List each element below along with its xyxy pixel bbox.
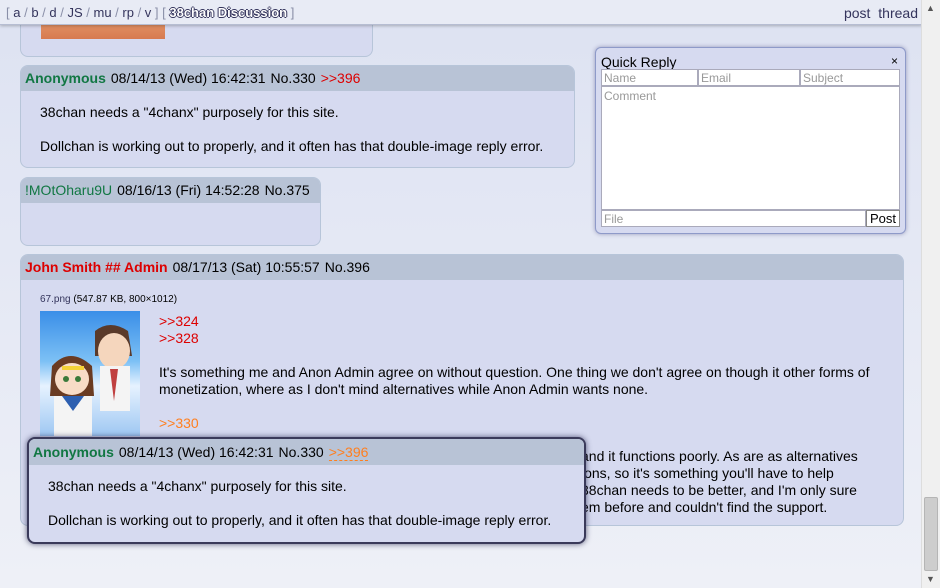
post-date: 08/17/13 (Sat) 10:55:57 xyxy=(172,259,320,275)
post-number[interactable]: No.375 xyxy=(265,182,310,198)
file-row: Post xyxy=(601,210,900,227)
poster-name: Anonymous xyxy=(25,70,106,86)
quick-reply-title[interactable]: Quick Reply xyxy=(601,54,676,70)
scroll-up-arrow-icon[interactable]: ▲ xyxy=(922,0,939,17)
anime-characters-illustration xyxy=(50,325,132,436)
post-text: It's something me and Anon Admin agree o… xyxy=(159,364,870,397)
reply-post-375: !MOtOharu9U 08/16/13 (Fri) 14:52:28 No.375 xyxy=(20,177,321,246)
backlink[interactable]: >>396 xyxy=(328,444,369,461)
current-thread-link[interactable]: 38chan Discussion xyxy=(169,5,287,20)
post-text-line: ions, so it's something you'll have to h… xyxy=(581,465,834,481)
post-button[interactable]: Post xyxy=(866,210,900,227)
file-details: (547.87 KB, 800×1012) xyxy=(73,294,178,305)
comment-textarea[interactable] xyxy=(601,86,900,210)
vertical-scrollbar[interactable]: ▲ ▼ xyxy=(921,0,940,588)
close-icon[interactable]: × xyxy=(891,54,898,68)
file-input[interactable] xyxy=(601,210,866,227)
board-link-d[interactable]: d xyxy=(49,5,56,20)
board-link-a[interactable]: a xyxy=(13,5,20,20)
post-text-line: 38chan needs a "4chanx" purposely for th… xyxy=(48,478,347,494)
reply-post-330: Anonymous 08/14/13 (Wed) 16:42:31 No.330 >>… xyxy=(20,65,575,168)
post-link[interactable]: post xyxy=(844,5,870,21)
quote-link[interactable]: >>328 xyxy=(159,330,879,347)
post-text-line: Dollchan is working out to properly, and… xyxy=(48,512,552,528)
quick-reply-fields xyxy=(601,69,900,86)
board-link-rp[interactable]: rp xyxy=(122,5,134,20)
post-number[interactable]: No.330 xyxy=(279,444,324,460)
board-link-mu[interactable]: mu xyxy=(93,5,111,20)
post-body: 38chan needs a "4chanx" purposely for th… xyxy=(29,465,584,542)
file-link[interactable]: 67.png xyxy=(40,294,71,305)
backlink[interactable]: >>396 xyxy=(321,70,361,86)
post-text-line: and it functions poorly. As are as alter… xyxy=(581,448,858,464)
quote-link[interactable]: >>324 xyxy=(159,313,879,330)
post-body: >>324 >>328 It's something me and Anon A… xyxy=(159,313,879,432)
file-info: 67.png (547.87 KB, 800×1012) xyxy=(40,294,177,305)
scroll-down-arrow-icon[interactable]: ▼ xyxy=(922,571,939,588)
post-text-line: 38chan needs a "4chanx" purposely for th… xyxy=(40,104,339,120)
poster-name-admin: John Smith ## Admin xyxy=(25,259,168,275)
post-text-partial: and it functions poorly. As are as alter… xyxy=(581,448,858,516)
post-body: 38chan needs a "4chanx" purposely for th… xyxy=(21,91,574,167)
board-link-b[interactable]: b xyxy=(31,5,38,20)
post-text-line: 38chan needs to be better, and I'm only … xyxy=(581,482,857,498)
post-image-thumbnail[interactable] xyxy=(40,311,140,436)
post-number[interactable]: No.396 xyxy=(325,259,370,275)
post-header: Anonymous 08/14/13 (Wed) 16:42:31 No.330 >>… xyxy=(21,66,574,91)
board-list: [ a / b / d / JS / mu / rp / v ] [ 38cha… xyxy=(6,5,295,20)
quote-link[interactable]: >>330 xyxy=(159,415,879,432)
email-field[interactable] xyxy=(698,69,800,86)
scrollbar-thumb[interactable] xyxy=(924,497,938,571)
quote-hover-preview: Anonymous 08/14/13 (Wed) 16:42:31 No.330 >>… xyxy=(27,437,586,544)
thread-link[interactable]: thread xyxy=(878,5,918,21)
board-link-v[interactable]: v xyxy=(145,5,152,20)
quick-reply-panel: Quick Reply × Post xyxy=(595,47,906,234)
post-number[interactable]: No.330 xyxy=(271,70,316,86)
post-date: 08/14/13 (Wed) 16:42:31 xyxy=(118,444,274,460)
poster-name: Anonymous xyxy=(33,444,114,460)
top-navigation-bar: [ a / b / d / JS / mu / rp / v ] [ 38cha… xyxy=(0,0,922,25)
poster-tripcode: !MOtOharu9U xyxy=(25,182,113,198)
name-field[interactable] xyxy=(601,69,698,86)
post-header: !MOtOharu9U 08/16/13 (Fri) 14:52:28 No.375 xyxy=(21,178,320,203)
post-text-line: Dollchan is working out to properly, and… xyxy=(40,138,544,154)
post-date: 08/14/13 (Wed) 16:42:31 xyxy=(110,70,266,86)
top-right-links: post thread xyxy=(840,5,918,21)
post-header: John Smith ## Admin 08/17/13 (Sat) 10:55:… xyxy=(21,255,903,280)
post-date: 08/16/13 (Fri) 14:52:28 xyxy=(117,182,260,198)
post-header: Anonymous 08/14/13 (Wed) 16:42:31 No.330 >>… xyxy=(29,439,584,465)
board-link-js[interactable]: JS xyxy=(67,5,82,20)
subject-field[interactable] xyxy=(800,69,900,86)
post-text-line: em before and couldn't find the support. xyxy=(581,499,828,515)
